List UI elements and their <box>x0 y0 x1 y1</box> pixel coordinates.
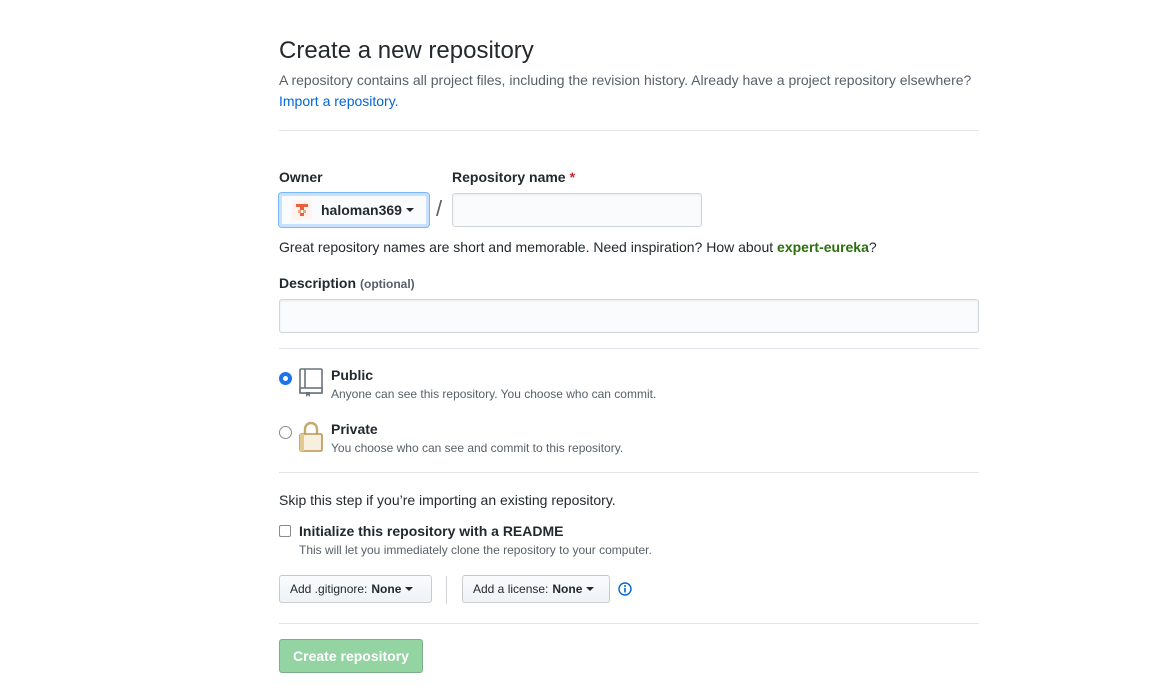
public-radio[interactable] <box>279 372 292 385</box>
description-label: Description (optional) <box>279 275 415 291</box>
readme-description: This will let you immediately clone the … <box>299 543 652 557</box>
owner-repo-separator: / <box>436 196 443 221</box>
submit-divider <box>279 623 979 624</box>
import-repository-link[interactable]: Import a repository. <box>279 93 399 109</box>
readme-label[interactable]: Initialize this repository with a README <box>299 523 563 539</box>
subhead-text: A repository contains all project files,… <box>279 72 972 88</box>
public-description: Anyone can see this repository. You choo… <box>331 387 657 401</box>
page-subhead: A repository contains all project files,… <box>279 70 979 112</box>
select-separator <box>446 576 447 604</box>
license-value: None <box>552 582 583 596</box>
description-input[interactable] <box>279 299 979 333</box>
repository-name-label-text: Repository name <box>452 169 566 185</box>
owner-avatar <box>292 200 312 220</box>
init-divider <box>279 472 979 473</box>
page-title: Create a new repository <box>279 37 534 64</box>
owner-name: haloman369 <box>321 202 402 218</box>
gitignore-value: None <box>371 582 402 596</box>
chevron-down-icon <box>405 587 414 591</box>
gitignore-label: Add .gitignore: <box>290 582 368 596</box>
private-description: You choose who can see and commit to thi… <box>331 441 624 455</box>
description-label-text: Description <box>279 275 357 291</box>
hint-text: Great repository names are short and mem… <box>279 239 778 255</box>
readme-checkbox[interactable] <box>279 525 291 537</box>
hint-end: ? <box>868 239 877 255</box>
suggested-name[interactable]: expert-eureka <box>777 239 869 255</box>
optional-tag: (optional) <box>360 277 415 291</box>
info-icon[interactable] <box>618 582 632 596</box>
owner-label: Owner <box>279 169 323 185</box>
header-divider <box>279 130 979 131</box>
license-select[interactable]: Add a license: None <box>462 575 610 603</box>
repository-name-label: Repository name * <box>452 169 575 185</box>
book-icon <box>298 368 324 398</box>
private-title: Private <box>331 421 378 437</box>
skip-step-note: Skip this step if you’re importing an ex… <box>279 492 616 508</box>
required-mark: * <box>569 169 576 185</box>
private-radio[interactable] <box>279 426 292 439</box>
license-label: Add a license: <box>473 582 549 596</box>
chevron-down-icon <box>405 208 414 212</box>
owner-dropdown[interactable]: haloman369 <box>279 193 429 227</box>
lock-icon <box>298 421 324 453</box>
repository-name-hint: Great repository names are short and mem… <box>279 239 877 255</box>
chevron-down-icon <box>586 587 595 591</box>
repository-name-input[interactable] <box>452 193 702 227</box>
visibility-divider <box>279 348 979 349</box>
public-title: Public <box>331 367 374 383</box>
create-repository-button[interactable]: Create repository <box>279 639 423 673</box>
gitignore-select[interactable]: Add .gitignore: None <box>279 575 432 603</box>
